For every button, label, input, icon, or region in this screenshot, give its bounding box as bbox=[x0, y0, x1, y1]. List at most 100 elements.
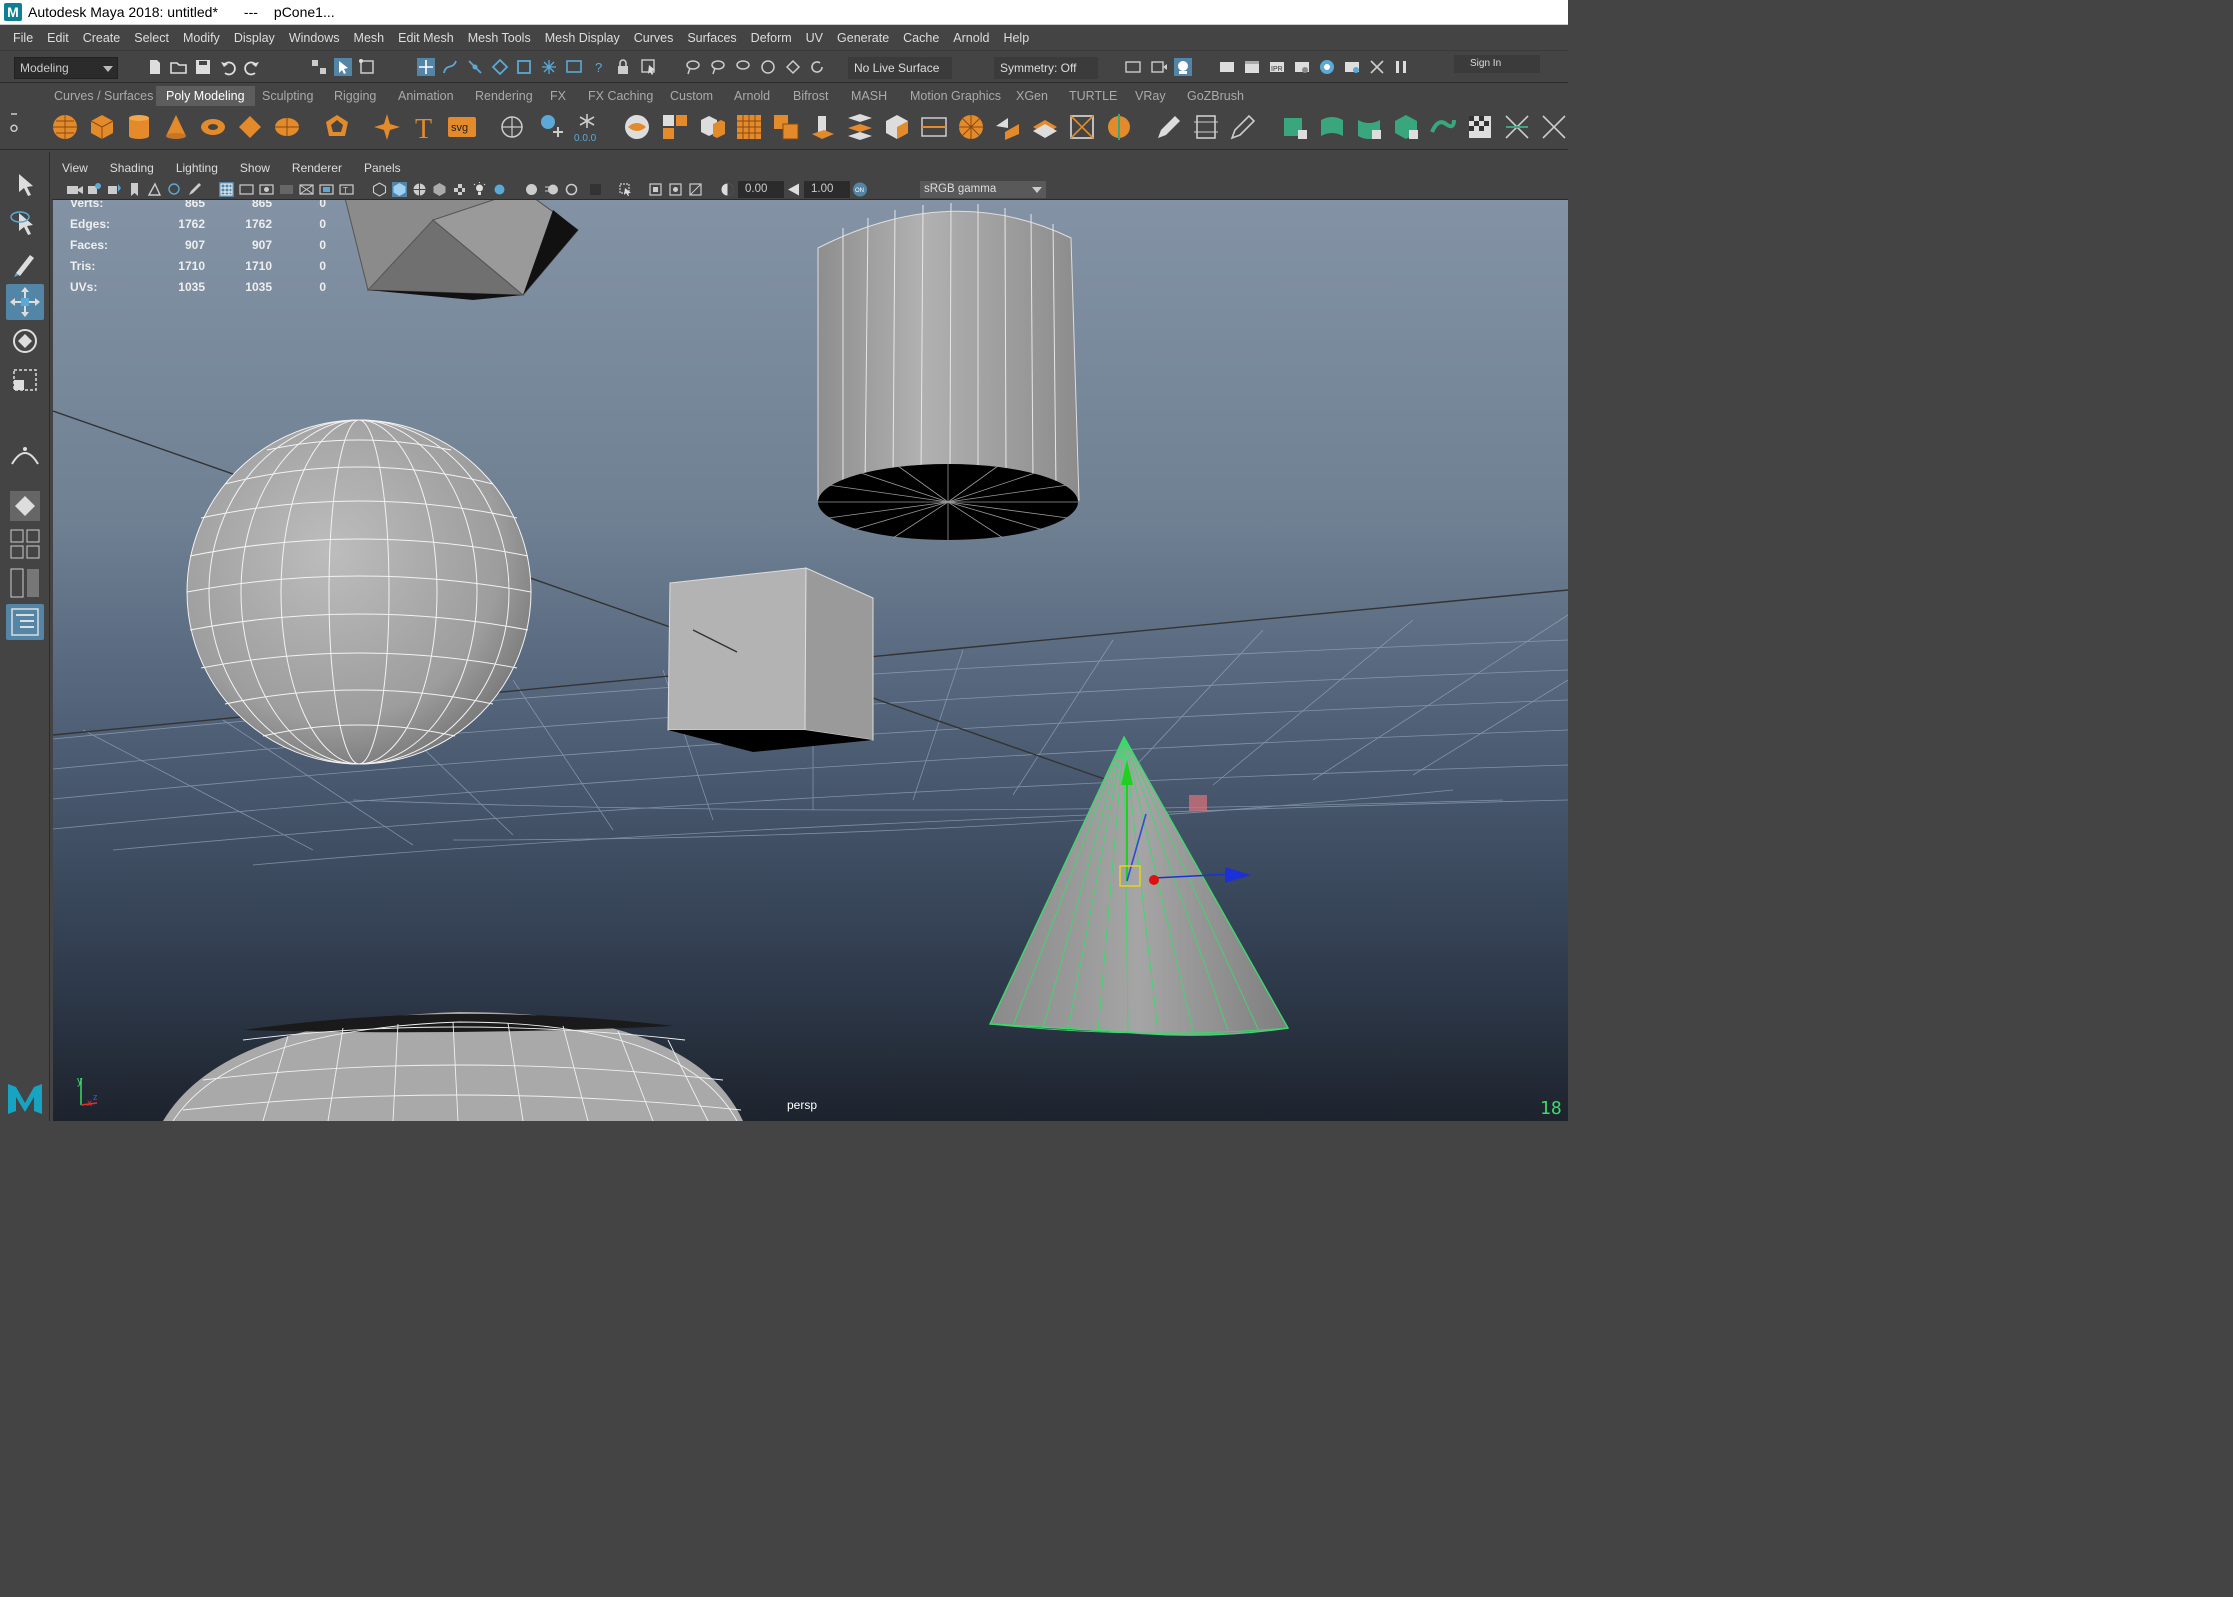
menu-cache[interactable]: Cache bbox=[896, 31, 946, 45]
panel-menu-renderer[interactable]: Renderer bbox=[292, 161, 342, 175]
scene-canvas[interactable]: y x z bbox=[53, 200, 1568, 1121]
pencil-edit-icon[interactable] bbox=[1154, 112, 1184, 142]
view-transform-dropdown[interactable]: sRGB gamma bbox=[920, 181, 1046, 198]
x-ray-icon[interactable] bbox=[784, 58, 802, 76]
tab-rigging[interactable]: Rigging bbox=[324, 86, 386, 106]
poly-cone-icon[interactable] bbox=[161, 112, 191, 142]
menu-curves[interactable]: Curves bbox=[627, 31, 681, 45]
snap-view-plane-icon[interactable] bbox=[491, 58, 509, 76]
menu-create[interactable]: Create bbox=[76, 31, 128, 45]
extrude-icon[interactable] bbox=[808, 112, 838, 142]
safe-title-icon[interactable]: T bbox=[339, 182, 354, 197]
menu-generate[interactable]: Generate bbox=[830, 31, 896, 45]
camera-attributes-icon[interactable] bbox=[87, 182, 102, 197]
sweep-mesh-icon[interactable] bbox=[497, 112, 527, 142]
menu-arnold[interactable]: Arnold bbox=[946, 31, 996, 45]
multi-cut-icon[interactable] bbox=[956, 112, 986, 142]
perspective-viewport[interactable]: y x z Verts: 865 865 0 Edges: 1762 1762 … bbox=[53, 200, 1568, 1121]
menu-deform[interactable]: Deform bbox=[744, 31, 799, 45]
poly-cube-icon[interactable] bbox=[87, 112, 117, 142]
open-scene-icon[interactable] bbox=[170, 58, 188, 76]
smooth-shade-icon[interactable] bbox=[392, 182, 407, 197]
tab-fx[interactable]: FX bbox=[540, 86, 576, 106]
append-icon[interactable] bbox=[919, 112, 949, 142]
snap-grid-icon[interactable] bbox=[417, 58, 435, 76]
platonic-solid-icon[interactable] bbox=[322, 112, 352, 142]
separate-icon[interactable] bbox=[660, 112, 690, 142]
render-current-frame-icon[interactable] bbox=[1150, 58, 1168, 76]
rotate-tool-icon[interactable] bbox=[6, 323, 44, 359]
four-view-layout-icon[interactable] bbox=[6, 526, 44, 562]
wireframe-on-shaded-icon[interactable] bbox=[412, 182, 427, 197]
panel-menu-lighting[interactable]: Lighting bbox=[176, 161, 218, 175]
svg-tool-icon[interactable]: svg bbox=[447, 112, 477, 142]
panel-menu-show[interactable]: Show bbox=[240, 161, 270, 175]
planar-map-icon[interactable] bbox=[1317, 112, 1347, 142]
anti-aliasing-icon[interactable] bbox=[564, 182, 579, 197]
new-scene-icon[interactable] bbox=[146, 58, 164, 76]
tab-fx-caching[interactable]: FX Caching bbox=[578, 86, 663, 106]
grid-toggle-icon[interactable] bbox=[219, 182, 234, 197]
menu-windows[interactable]: Windows bbox=[282, 31, 347, 45]
xray-components-icon[interactable] bbox=[688, 182, 703, 197]
gamma-icon[interactable] bbox=[786, 182, 801, 197]
arnold-render-view-icon[interactable] bbox=[1343, 58, 1361, 76]
tab-bifrost[interactable]: Bifrost bbox=[783, 86, 838, 106]
snap-together-icon[interactable]: 0.0.0 bbox=[572, 112, 602, 142]
snap-curve-icon[interactable] bbox=[441, 58, 459, 76]
arnold-render-icon[interactable] bbox=[1368, 58, 1386, 76]
tab-mash[interactable]: MASH bbox=[841, 86, 897, 106]
tab-rendering[interactable]: Rendering bbox=[465, 86, 543, 106]
menu-file[interactable]: File bbox=[6, 31, 40, 45]
isolate-select-icon[interactable] bbox=[618, 182, 633, 197]
image-plane-icon[interactable] bbox=[147, 182, 162, 197]
cut-uv-icon[interactable] bbox=[1502, 112, 1532, 142]
lasso-remove-icon[interactable] bbox=[734, 58, 752, 76]
tab-curves-surfaces[interactable]: Curves / Surfaces bbox=[44, 86, 163, 106]
shadows-icon[interactable] bbox=[492, 182, 507, 197]
paint-select-tool-icon[interactable] bbox=[6, 245, 44, 281]
menu-mesh-display[interactable]: Mesh Display bbox=[538, 31, 627, 45]
color-management-toggle-icon[interactable]: ON bbox=[852, 182, 868, 197]
bevel-icon[interactable] bbox=[882, 112, 912, 142]
panel-menu-view[interactable]: View bbox=[62, 161, 88, 175]
select-tool-icon[interactable] bbox=[6, 168, 44, 204]
clapboard-icon[interactable] bbox=[1243, 58, 1261, 76]
poly-disc-icon[interactable] bbox=[272, 112, 302, 142]
menu-uv[interactable]: UV bbox=[799, 31, 830, 45]
grease-pencil-icon[interactable] bbox=[187, 182, 202, 197]
camera-icon[interactable] bbox=[66, 182, 84, 197]
select-objects-icon[interactable] bbox=[334, 58, 352, 76]
tab-vray[interactable]: VRay bbox=[1125, 86, 1176, 106]
refresh-icon[interactable] bbox=[808, 58, 826, 76]
lasso-icon[interactable] bbox=[684, 58, 702, 76]
boolean-icon[interactable] bbox=[771, 112, 801, 142]
checker-map-icon[interactable] bbox=[1465, 112, 1495, 142]
text-tool-icon[interactable]: T bbox=[410, 112, 440, 142]
tab-poly-modeling[interactable]: Poly Modeling bbox=[156, 86, 255, 106]
super-shape-icon[interactable] bbox=[372, 112, 402, 142]
cylindrical-map-icon[interactable] bbox=[1354, 112, 1384, 142]
2d-pan-zoom-icon[interactable] bbox=[167, 182, 182, 197]
menu-help[interactable]: Help bbox=[996, 31, 1036, 45]
render-gear-icon[interactable] bbox=[1293, 58, 1311, 76]
screen-space-ao-icon[interactable] bbox=[524, 182, 539, 197]
uv-layout-icon[interactable] bbox=[1191, 112, 1221, 142]
symmetry-dropdown[interactable]: Symmetry: Off bbox=[994, 57, 1098, 79]
move-tool-icon[interactable] bbox=[6, 284, 44, 320]
lasso-add-icon[interactable] bbox=[709, 58, 727, 76]
snap-point-icon[interactable] bbox=[466, 58, 484, 76]
poly-cylinder-icon[interactable] bbox=[124, 112, 154, 142]
field-chart-icon[interactable] bbox=[299, 182, 314, 197]
persp-outliner-layout-icon[interactable] bbox=[6, 565, 44, 601]
measure-tool-icon[interactable] bbox=[535, 112, 565, 142]
snap-surface-icon[interactable] bbox=[540, 58, 558, 76]
use-all-lights-icon[interactable] bbox=[472, 182, 487, 197]
quad-draw-icon[interactable] bbox=[1030, 112, 1060, 142]
save-scene-icon[interactable] bbox=[194, 58, 212, 76]
undo-icon[interactable] bbox=[219, 58, 237, 76]
menu-edit[interactable]: Edit bbox=[40, 31, 76, 45]
depth-of-field-icon[interactable] bbox=[588, 182, 603, 197]
soft-modify-tool-icon[interactable] bbox=[6, 436, 44, 472]
gate-mask-icon[interactable] bbox=[279, 182, 294, 197]
